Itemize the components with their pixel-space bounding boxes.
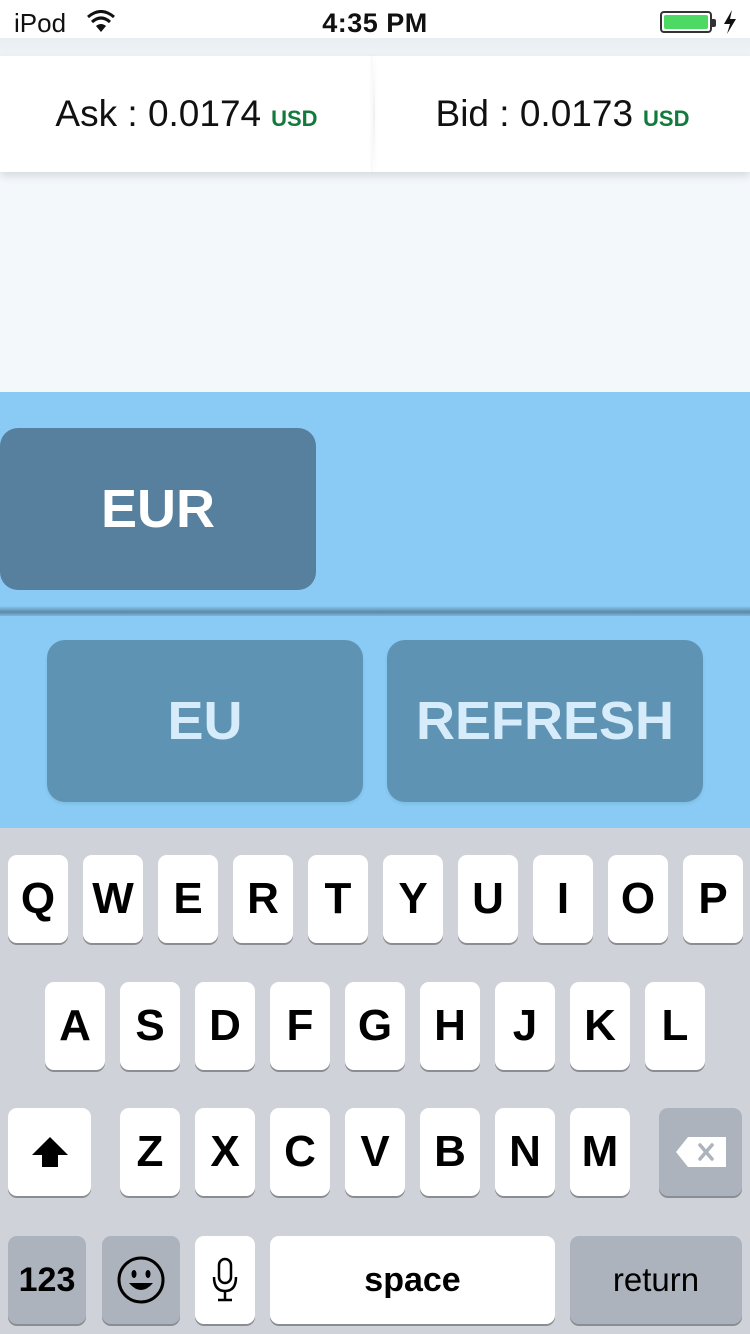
charging-bolt-icon: [724, 10, 736, 34]
key-j[interactable]: J: [495, 982, 555, 1070]
key-n[interactable]: N: [495, 1108, 555, 1196]
key-s[interactable]: S: [120, 982, 180, 1070]
key-g[interactable]: G: [345, 982, 405, 1070]
dictation-key[interactable]: [195, 1236, 255, 1324]
ask-value: Ask : 0.0174: [55, 93, 262, 134]
ask-quote: Ask : 0.0174 USD: [0, 56, 373, 172]
bid-currency: USD: [643, 106, 690, 131]
keyboard: Q W E R T Y U I O P A S D F G H J K L Z …: [0, 828, 750, 1334]
currency-input-field[interactable]: EU: [47, 640, 363, 802]
panel-separator: [0, 606, 750, 616]
key-v[interactable]: V: [345, 1108, 405, 1196]
key-w[interactable]: W: [83, 855, 143, 943]
key-x[interactable]: X: [195, 1108, 255, 1196]
key-r[interactable]: R: [233, 855, 293, 943]
battery-icon: [660, 11, 716, 33]
return-key[interactable]: return: [570, 1236, 742, 1324]
key-a[interactable]: A: [45, 982, 105, 1070]
ask-currency: USD: [271, 106, 318, 131]
status-bar: iPod 4:35 PM: [0, 0, 750, 40]
key-k[interactable]: K: [570, 982, 630, 1070]
delete-key[interactable]: [659, 1108, 742, 1196]
shift-key[interactable]: [8, 1108, 91, 1196]
key-q[interactable]: Q: [8, 855, 68, 943]
currency-selector-button[interactable]: EUR: [0, 428, 316, 590]
key-m[interactable]: M: [570, 1108, 630, 1196]
bid-quote: Bid : 0.0173 USD: [375, 56, 750, 172]
key-p[interactable]: P: [683, 855, 743, 943]
key-z[interactable]: Z: [120, 1108, 180, 1196]
key-f[interactable]: F: [270, 982, 330, 1070]
key-d[interactable]: D: [195, 982, 255, 1070]
key-h[interactable]: H: [420, 982, 480, 1070]
key-t[interactable]: T: [308, 855, 368, 943]
key-y[interactable]: Y: [383, 855, 443, 943]
emoji-key[interactable]: [102, 1236, 180, 1324]
emoji-icon: [117, 1256, 165, 1304]
quote-bar: Ask : 0.0174 USD Bid : 0.0173 USD: [0, 56, 750, 172]
key-e[interactable]: E: [158, 855, 218, 943]
space-key[interactable]: space: [270, 1236, 555, 1324]
bid-value: Bid : 0.0173: [435, 93, 634, 134]
key-i[interactable]: I: [533, 855, 593, 943]
clock-time: 4:35 PM: [322, 8, 428, 38]
numbers-key[interactable]: 123: [8, 1236, 86, 1324]
refresh-button[interactable]: REFRESH: [387, 640, 703, 802]
key-l[interactable]: L: [645, 982, 705, 1070]
microphone-icon: [212, 1257, 238, 1302]
status-divider: [0, 38, 750, 56]
key-u[interactable]: U: [458, 855, 518, 943]
backspace-icon: [675, 1137, 726, 1167]
key-o[interactable]: O: [608, 855, 668, 943]
key-b[interactable]: B: [420, 1108, 480, 1196]
shift-arrow-icon: [31, 1137, 68, 1167]
key-c[interactable]: C: [270, 1108, 330, 1196]
